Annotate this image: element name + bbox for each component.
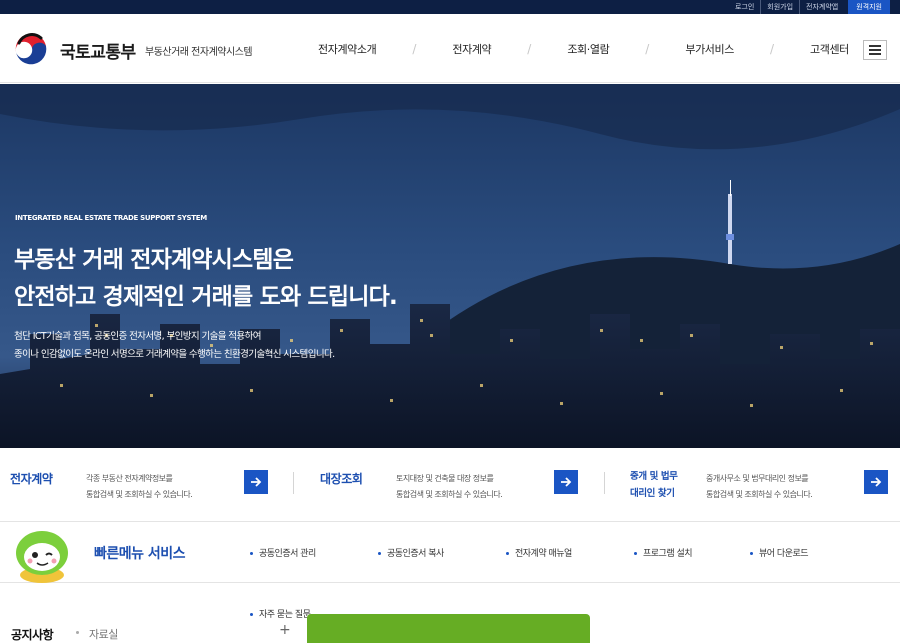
quick-box-desc-line: 통합검색 및 조회하실 수 있습니다. bbox=[86, 490, 193, 499]
quick-link-faq[interactable]: 자주 묻는 질문 bbox=[250, 607, 311, 620]
quick-service-boxes: 전자계약 각종 부동산 전자계약정보를 통합검색 및 조회하실 수 있습니다. … bbox=[0, 448, 900, 522]
nav-item-services[interactable]: 부가서비스 bbox=[685, 41, 734, 57]
divider bbox=[604, 472, 605, 494]
hero-desc-line: 종이나 인감없이도 온라인 서명으로 거래계약을 수행하는 친환경기술혁신 시스… bbox=[14, 349, 335, 360]
quick-box-desc: 토지대장 및 건축물 대장 정보를 통합검색 및 조회하실 수 있습니다. bbox=[396, 471, 503, 503]
tab-notice[interactable]: 공지사항 bbox=[11, 626, 54, 643]
nav-separator: / bbox=[769, 41, 774, 56]
quick-link-label: 자주 묻는 질문 bbox=[259, 610, 311, 620]
signup-link[interactable]: 회원가입 bbox=[761, 0, 801, 14]
quick-box-desc-line: 각종 부동산 전자계약정보를 bbox=[86, 474, 173, 483]
hamburger-icon[interactable] bbox=[863, 40, 887, 60]
bullet-icon bbox=[250, 613, 253, 616]
main-navigation: 전자계약소개 / 전자계약 / 조회·열람 / 부가서비스 / 고객센터 bbox=[318, 14, 849, 83]
quick-box-agent-search[interactable]: 중개 및 법무 대리인 찾기 중개사무소 및 법무대리인 정보를 통합검색 및 … bbox=[610, 448, 900, 522]
quick-link-label: 전자계약 매뉴얼 bbox=[515, 549, 572, 559]
tab-separator bbox=[76, 631, 79, 634]
utility-bar: 로그인 회원가입 전자계약앱 원격지원 bbox=[0, 0, 900, 14]
arrow-right-icon[interactable] bbox=[244, 470, 268, 494]
hero-title: 부동산 거래 전자계약시스템은 안전하고 경제적인 거래를 도와 드립니다. bbox=[14, 242, 398, 316]
bullet-icon bbox=[250, 552, 253, 555]
nav-item-inquiry[interactable]: 조회·열람 bbox=[567, 41, 609, 57]
quick-box-title-line: 대리인 찾기 bbox=[630, 488, 675, 499]
quick-link-manual[interactable]: 전자계약 매뉴얼 bbox=[506, 546, 572, 559]
quick-link-cert-manage[interactable]: 공동인증서 관리 bbox=[250, 546, 316, 559]
nav-item-intro[interactable]: 전자계약소개 bbox=[318, 41, 377, 57]
quick-link-label: 공동인증서 관리 bbox=[259, 549, 316, 559]
quick-menu: 빠른메뉴 서비스 공동인증서 관리 공동인증서 복사 전자계약 매뉴얼 프로그램… bbox=[0, 523, 900, 620]
more-button[interactable]: + bbox=[279, 622, 291, 638]
green-banner-panel[interactable] bbox=[307, 614, 590, 643]
bullet-icon bbox=[634, 552, 637, 555]
quick-box-desc-line: 통합검색 및 조회하실 수 있습니다. bbox=[706, 490, 813, 499]
ministry-name[interactable]: 국토교통부 bbox=[60, 38, 136, 63]
mascot-icon bbox=[8, 525, 78, 583]
quick-box-title-line: 중개 및 법무 bbox=[630, 471, 678, 482]
quick-box-title: 전자계약 bbox=[10, 472, 53, 486]
bullet-icon bbox=[506, 552, 509, 555]
quick-link-install[interactable]: 프로그램 설치 bbox=[634, 546, 693, 559]
nav-item-support[interactable]: 고객센터 bbox=[810, 41, 849, 57]
quick-box-desc-line: 중개사무소 및 법무대리인 정보를 bbox=[706, 474, 809, 483]
quick-box-desc-line: 토지대장 및 건축물 대장 정보를 bbox=[396, 474, 494, 483]
quick-link-label: 뷰어 다운로드 bbox=[759, 549, 809, 559]
quick-box-ledger[interactable]: 대장조회 토지대장 및 건축물 대장 정보를 통합검색 및 조회하실 수 있습니… bbox=[300, 448, 600, 522]
quick-box-title: 중개 및 법무 대리인 찾기 bbox=[630, 468, 678, 502]
arrow-right-icon[interactable] bbox=[864, 470, 888, 494]
quick-box-title: 대장조회 bbox=[320, 472, 363, 486]
bullet-icon bbox=[750, 552, 753, 555]
hero-title-line: 안전하고 경제적인 거래를 도와 드립니다. bbox=[14, 284, 398, 310]
login-link[interactable]: 로그인 bbox=[729, 0, 762, 14]
quick-menu-title: 빠른메뉴 서비스 bbox=[94, 546, 186, 562]
header: 국토교통부 부동산거래 전자계약시스템 전자계약소개 / 전자계약 / 조회·열… bbox=[0, 14, 900, 83]
quick-box-desc-line: 통합검색 및 조회하실 수 있습니다. bbox=[396, 490, 503, 499]
quick-box-desc: 각종 부동산 전자계약정보를 통합검색 및 조회하실 수 있습니다. bbox=[86, 471, 193, 503]
system-name[interactable]: 부동산거래 전자계약시스템 bbox=[145, 43, 253, 58]
hero-description: 첨단 ICT기술과 접목, 공동인증 전자서명, 부인방지 기술을 적용하여 종… bbox=[14, 328, 335, 364]
quick-link-cert-copy[interactable]: 공동인증서 복사 bbox=[378, 546, 444, 559]
quick-link-label: 공동인증서 복사 bbox=[387, 549, 444, 559]
quick-link-viewer[interactable]: 뷰어 다운로드 bbox=[750, 546, 809, 559]
remote-support-link[interactable]: 원격지원 bbox=[848, 0, 890, 14]
tab-archive[interactable]: 자료실 bbox=[89, 626, 118, 642]
quick-link-label: 프로그램 설치 bbox=[643, 549, 693, 559]
app-link[interactable]: 전자계약앱 bbox=[800, 0, 844, 14]
hero-eyebrow: INTEGRATED REAL ESTATE TRADE SUPPORT SYS… bbox=[15, 214, 207, 222]
taegeuk-logo-icon[interactable] bbox=[12, 30, 50, 68]
arrow-right-icon[interactable] bbox=[554, 470, 578, 494]
hero-banner: INTEGRATED REAL ESTATE TRADE SUPPORT SYS… bbox=[0, 84, 900, 448]
nav-separator: / bbox=[527, 41, 532, 56]
hero-desc-line: 첨단 ICT기술과 접목, 공동인증 전자서명, 부인방지 기술을 적용하여 bbox=[14, 331, 261, 342]
nav-item-contract[interactable]: 전자계약 bbox=[452, 41, 491, 57]
utility-links: 로그인 회원가입 전자계약앱 원격지원 bbox=[729, 0, 890, 14]
quick-box-contract[interactable]: 전자계약 각종 부동산 전자계약정보를 통합검색 및 조회하실 수 있습니다. bbox=[0, 448, 290, 522]
divider bbox=[293, 472, 294, 494]
hero-title-line: 부동산 거래 전자계약시스템은 bbox=[14, 247, 294, 273]
nav-separator: / bbox=[412, 41, 417, 56]
bullet-icon bbox=[378, 552, 381, 555]
nav-separator: / bbox=[645, 41, 650, 56]
quick-box-desc: 중개사무소 및 법무대리인 정보를 통합검색 및 조회하실 수 있습니다. bbox=[706, 471, 813, 503]
